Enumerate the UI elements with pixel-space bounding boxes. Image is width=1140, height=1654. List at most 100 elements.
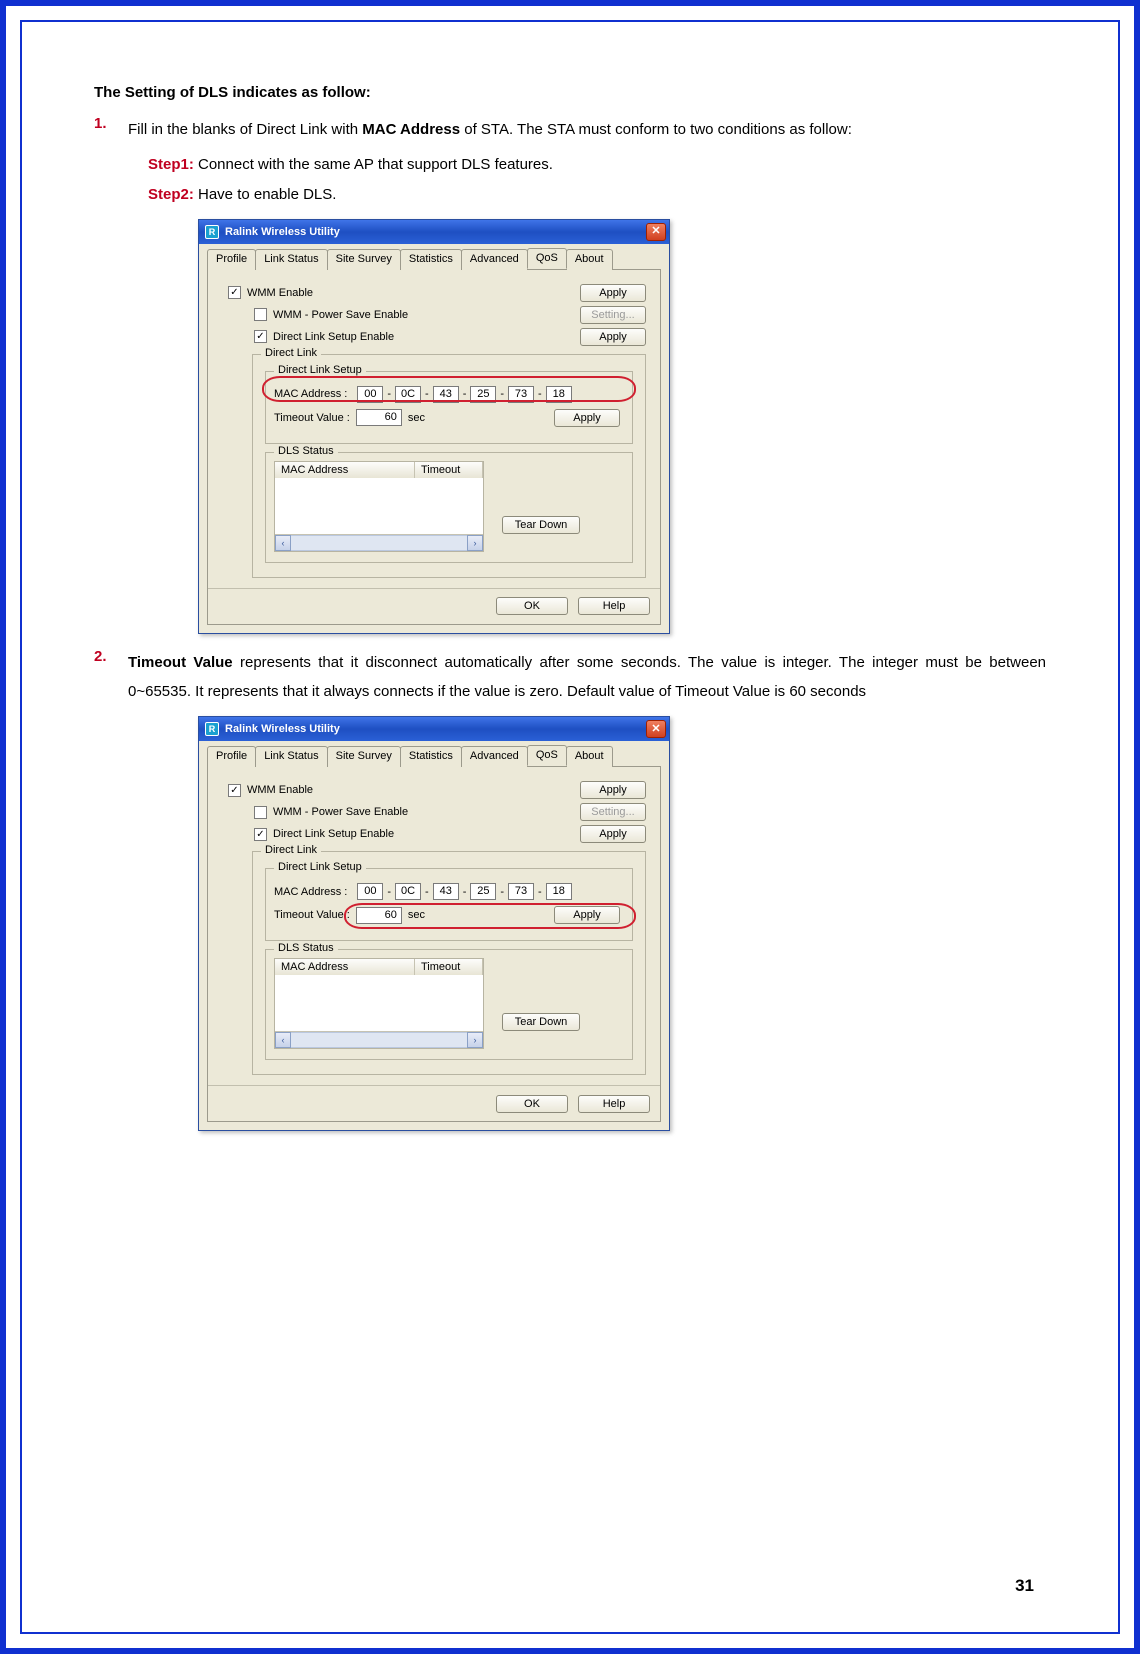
tab-qos[interactable]: QoS xyxy=(527,248,567,269)
legend-dls-status: DLS Status xyxy=(274,942,338,954)
apply-timeout-button[interactable]: Apply xyxy=(554,906,620,924)
window-title: Ralink Wireless Utility xyxy=(225,226,340,238)
label-wmm-enable: WMM Enable xyxy=(247,784,313,796)
list-item-1: 1. Fill in the blanks of Direct Link wit… xyxy=(94,115,1046,144)
th-mac[interactable]: MAC Address xyxy=(275,959,415,975)
tab-link-status[interactable]: Link Status xyxy=(255,746,327,767)
step1-label: Step1: xyxy=(148,156,194,173)
mac-octet-4[interactable]: 25 xyxy=(470,883,496,900)
row-dls-enable: ✓ Direct Link Setup Enable Apply xyxy=(254,328,650,346)
check-icon: ✓ xyxy=(256,331,264,342)
scroll-track[interactable] xyxy=(291,535,467,551)
tab-about[interactable]: About xyxy=(566,746,613,767)
scroll-right-button[interactable]: › xyxy=(467,535,483,551)
tear-down-button[interactable]: Tear Down xyxy=(502,1013,580,1031)
table-scrollbar: ‹ › xyxy=(275,1031,483,1048)
row-wmm-enable: ✓ WMM Enable Apply xyxy=(228,284,650,302)
group-direct-link: Direct Link Direct Link Setup MAC Addres… xyxy=(252,851,646,1075)
tab-profile[interactable]: Profile xyxy=(207,249,256,270)
li1-mac-bold: MAC Address xyxy=(362,121,460,138)
li2-text: represents that it disconnect automatica… xyxy=(128,654,1046,700)
tab-profile[interactable]: Profile xyxy=(207,746,256,767)
checkbox-wmm-enable[interactable]: ✓ xyxy=(228,784,241,797)
close-button[interactable]: ✕ xyxy=(646,720,666,738)
checkbox-dls-enable[interactable]: ✓ xyxy=(254,330,267,343)
tab-strip: Profile Link Status Site Survey Statisti… xyxy=(207,745,661,767)
qos-pane: ✓ WMM Enable Apply WMM - Power Save Enab… xyxy=(207,767,661,1122)
mac-octet-2[interactable]: 0C xyxy=(395,386,421,403)
chevron-right-icon: › xyxy=(474,1035,477,1045)
scroll-track[interactable] xyxy=(291,1032,467,1048)
step1-line: Step1: Connect with the same AP that sup… xyxy=(148,150,1046,179)
mac-octet-1[interactable]: 00 xyxy=(357,386,383,403)
legend-direct-link-setup: Direct Link Setup xyxy=(274,861,366,873)
tear-down-button[interactable]: Tear Down xyxy=(502,516,580,534)
list-body-1: Fill in the blanks of Direct Link with M… xyxy=(128,115,1046,144)
scroll-left-button[interactable]: ‹ xyxy=(275,1032,291,1048)
ok-button[interactable]: OK xyxy=(496,597,568,615)
checkbox-dls-enable[interactable]: ✓ xyxy=(254,828,267,841)
checkbox-wmm-ps[interactable] xyxy=(254,308,267,321)
scroll-left-button[interactable]: ‹ xyxy=(275,535,291,551)
ok-button[interactable]: OK xyxy=(496,1095,568,1113)
label-dls-enable: Direct Link Setup Enable xyxy=(273,331,394,343)
label-wmm-ps: WMM - Power Save Enable xyxy=(273,806,408,818)
mac-octet-1[interactable]: 00 xyxy=(357,883,383,900)
mac-octet-6[interactable]: 18 xyxy=(546,386,572,403)
chevron-left-icon: ‹ xyxy=(282,1035,285,1045)
apply-wmm-button[interactable]: Apply xyxy=(580,284,646,302)
dialog-bottom-bar: OK Help xyxy=(208,1085,660,1121)
titlebar[interactable]: R Ralink Wireless Utility ✕ xyxy=(199,220,669,244)
checkbox-wmm-ps[interactable] xyxy=(254,806,267,819)
mac-octet-4[interactable]: 25 xyxy=(470,386,496,403)
mac-octet-3[interactable]: 43 xyxy=(433,883,459,900)
tab-site-survey[interactable]: Site Survey xyxy=(327,249,401,270)
apply-dls-button[interactable]: Apply xyxy=(580,825,646,843)
scroll-right-button[interactable]: › xyxy=(467,1032,483,1048)
client-area: Profile Link Status Site Survey Statisti… xyxy=(199,244,669,633)
tab-about[interactable]: About xyxy=(566,249,613,270)
ralink-window-2: R Ralink Wireless Utility ✕ Profile Link… xyxy=(198,716,670,1131)
apply-wmm-button[interactable]: Apply xyxy=(580,781,646,799)
help-button[interactable]: Help xyxy=(578,1095,650,1113)
row-dls-enable: ✓ Direct Link Setup Enable Apply xyxy=(254,825,650,843)
mac-octet-5[interactable]: 73 xyxy=(508,386,534,403)
li2-bold: Timeout Value xyxy=(128,654,233,671)
page-number: 31 xyxy=(1015,1576,1034,1596)
tab-link-status[interactable]: Link Status xyxy=(255,249,327,270)
tab-site-survey[interactable]: Site Survey xyxy=(327,746,401,767)
setting-button: Setting... xyxy=(580,306,646,324)
mac-octet-5[interactable]: 73 xyxy=(508,883,534,900)
timeout-input[interactable]: 60 xyxy=(356,409,402,426)
table-body-empty xyxy=(275,478,483,534)
check-icon: ✓ xyxy=(230,785,238,796)
tab-statistics[interactable]: Statistics xyxy=(400,249,462,270)
tab-advanced[interactable]: Advanced xyxy=(461,249,528,270)
label-sec: sec xyxy=(408,412,425,424)
timeout-input[interactable]: 60 xyxy=(356,907,402,924)
step2-text: Have to enable DLS. xyxy=(194,186,337,203)
help-button[interactable]: Help xyxy=(578,597,650,615)
apply-timeout-button[interactable]: Apply xyxy=(554,409,620,427)
mac-octet-6[interactable]: 18 xyxy=(546,883,572,900)
group-direct-link: Direct Link Direct Link Setup MAC Addres… xyxy=(252,354,646,578)
close-icon: ✕ xyxy=(651,724,660,735)
tab-qos[interactable]: QoS xyxy=(527,745,567,766)
apply-dls-button[interactable]: Apply xyxy=(580,328,646,346)
row-wmm-ps: WMM - Power Save Enable Setting... xyxy=(254,306,650,324)
step1-text: Connect with the same AP that support DL… xyxy=(194,156,553,173)
label-wmm-ps: WMM - Power Save Enable xyxy=(273,309,408,321)
th-timeout[interactable]: Timeout xyxy=(415,462,483,478)
tab-statistics[interactable]: Statistics xyxy=(400,746,462,767)
tab-advanced[interactable]: Advanced xyxy=(461,746,528,767)
titlebar[interactable]: R Ralink Wireless Utility ✕ xyxy=(199,717,669,741)
mac-octet-2[interactable]: 0C xyxy=(395,883,421,900)
legend-dls-status: DLS Status xyxy=(274,445,338,457)
th-timeout[interactable]: Timeout xyxy=(415,959,483,975)
th-mac[interactable]: MAC Address xyxy=(275,462,415,478)
chevron-left-icon: ‹ xyxy=(282,538,285,548)
mac-octet-3[interactable]: 43 xyxy=(433,386,459,403)
checkbox-wmm-enable[interactable]: ✓ xyxy=(228,286,241,299)
legend-direct-link-setup: Direct Link Setup xyxy=(274,364,366,376)
close-button[interactable]: ✕ xyxy=(646,223,666,241)
